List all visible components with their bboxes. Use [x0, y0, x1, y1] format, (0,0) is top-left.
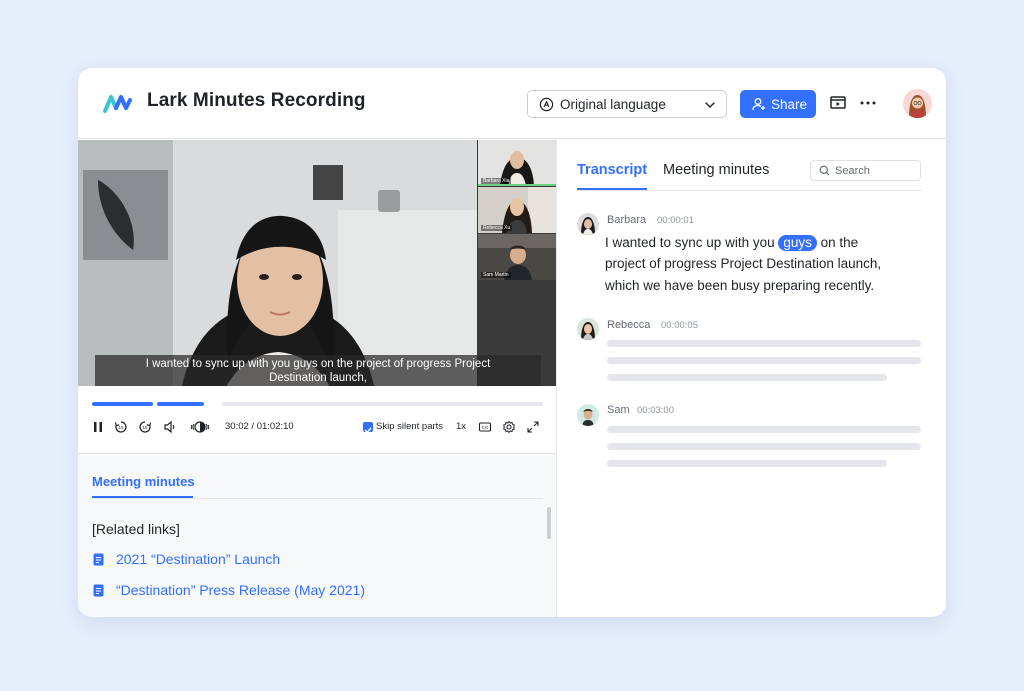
speaker-name: Sam [607, 404, 630, 416]
transcript-line: I wanted to sync up with you guys on the [605, 232, 858, 254]
svg-text:15: 15 [142, 425, 148, 430]
transcript-placeholder [607, 357, 921, 364]
translate-icon [539, 97, 554, 112]
avatar-image [577, 404, 599, 426]
time-separator: / [251, 421, 255, 432]
presentation-icon[interactable] [828, 94, 848, 112]
transcript-line: which we have been busy preparing recent… [605, 278, 875, 293]
participant-name: Sam Martin [481, 272, 511, 278]
skip-silent-checkbox[interactable] [363, 422, 373, 434]
tab-meeting-minutes[interactable]: Meeting minutes [663, 162, 769, 178]
doc-link-label: “Destination” Press Release (May 2021) [116, 582, 365, 598]
notes-divider [92, 498, 543, 499]
tab-transcript[interactable]: Transcript [577, 162, 647, 178]
document-icon [93, 553, 104, 566]
user-avatar[interactable] [903, 89, 932, 118]
participant-thumb[interactable]: Rebecca Xu [478, 187, 556, 233]
transcript-placeholder [607, 460, 887, 467]
participant-thumb[interactable]: Barbara Xia [478, 140, 556, 186]
progress-chapter-2-played [157, 402, 204, 406]
subtitle-line: Destination launch, [269, 372, 367, 384]
active-tab-underline [92, 496, 193, 498]
speaker-name: Rebecca [607, 319, 651, 331]
search-icon [819, 165, 830, 176]
avatar-image [577, 213, 599, 235]
language-select-value: Original language [560, 97, 666, 112]
avatar-image [577, 318, 599, 340]
share-button-label: Share [771, 97, 808, 112]
share-button[interactable]: Share [740, 90, 816, 118]
svg-text:15: 15 [118, 425, 124, 430]
playback-time: 30:02 / 01:02:10 [225, 421, 294, 432]
fullscreen-icon[interactable] [526, 420, 540, 434]
svg-text:CC: CC [482, 425, 489, 430]
search-box[interactable] [810, 160, 921, 181]
lark-minutes-logo [103, 95, 132, 113]
subtitle-line: I wanted to sync up with you guys on the… [145, 358, 491, 370]
document-icon [93, 584, 104, 597]
current-time: 30:02 [225, 421, 249, 432]
transcript-text: on the [820, 235, 859, 250]
search-input[interactable] [835, 162, 915, 179]
timestamp[interactable]: 00:00:01 [657, 215, 694, 226]
player-controls: 15 15 30:02 / 01:02:10 Skip silent parts [78, 386, 556, 453]
related-links-heading: [Related links] [92, 521, 180, 537]
volume-icon[interactable] [163, 420, 177, 434]
column-divider [556, 140, 557, 617]
settings-icon[interactable] [502, 420, 516, 434]
timestamp[interactable]: 00:03:00 [637, 405, 674, 416]
avatar [577, 404, 599, 426]
tab-meeting-minutes-notes[interactable]: Meeting minutes [92, 474, 195, 489]
transcript-line: project of progress Project Destination … [605, 256, 882, 271]
noise-reduction-icon[interactable] [189, 420, 211, 434]
avatar [577, 318, 599, 340]
meeting-minutes-panel: Meeting minutes [Related links] 2021 “De… [78, 453, 556, 617]
speaker-name: Barbara [607, 214, 647, 226]
transcript-placeholder [607, 340, 921, 347]
transcript-placeholder [607, 426, 921, 433]
check-icon [364, 427, 372, 434]
chevron-down-icon [705, 102, 715, 108]
captions-icon[interactable]: CC [478, 420, 492, 434]
transcript-placeholder [607, 443, 921, 450]
playback-speed[interactable]: 1x [456, 421, 466, 432]
skip-silent-label: Skip silent parts [376, 421, 444, 432]
page-title: Lark Minutes Recording [147, 90, 366, 111]
participant-thumb[interactable]: Sam Martin [478, 234, 556, 280]
header: Lark Minutes Recording Original language… [78, 68, 946, 139]
doc-link-label: 2021 “Destination” Launch [116, 551, 281, 567]
search-highlight: guys [778, 235, 817, 251]
transcript-placeholder [607, 374, 887, 381]
total-time: 01:02:10 [256, 421, 294, 432]
transcript-text: I wanted to sync up with you [605, 235, 775, 250]
user-avatar-image [903, 89, 932, 118]
progress-chapter-1[interactable] [92, 402, 153, 406]
active-tab-underline [577, 188, 647, 190]
pause-icon[interactable] [91, 420, 105, 434]
tabs-divider [577, 190, 922, 191]
more-icon[interactable] [858, 94, 878, 112]
person-add-icon [752, 98, 765, 111]
video-subtitle: I wanted to sync up with you guys on the… [95, 355, 541, 388]
progress-chapter-3[interactable] [222, 402, 543, 406]
rewind-15-icon[interactable]: 15 [114, 420, 128, 434]
participant-name: Rebecca Xu [481, 225, 513, 231]
notes-scrollbar[interactable] [547, 507, 551, 539]
progress-chapter-2[interactable] [157, 402, 204, 406]
timestamp[interactable]: 00:00:05 [661, 320, 698, 331]
participant-name: Barbara Xia [481, 178, 512, 184]
app-window: Lark Minutes Recording Original language… [78, 68, 946, 617]
forward-15-icon[interactable]: 15 [138, 420, 152, 434]
avatar [577, 213, 599, 235]
language-select[interactable]: Original language [527, 90, 727, 118]
